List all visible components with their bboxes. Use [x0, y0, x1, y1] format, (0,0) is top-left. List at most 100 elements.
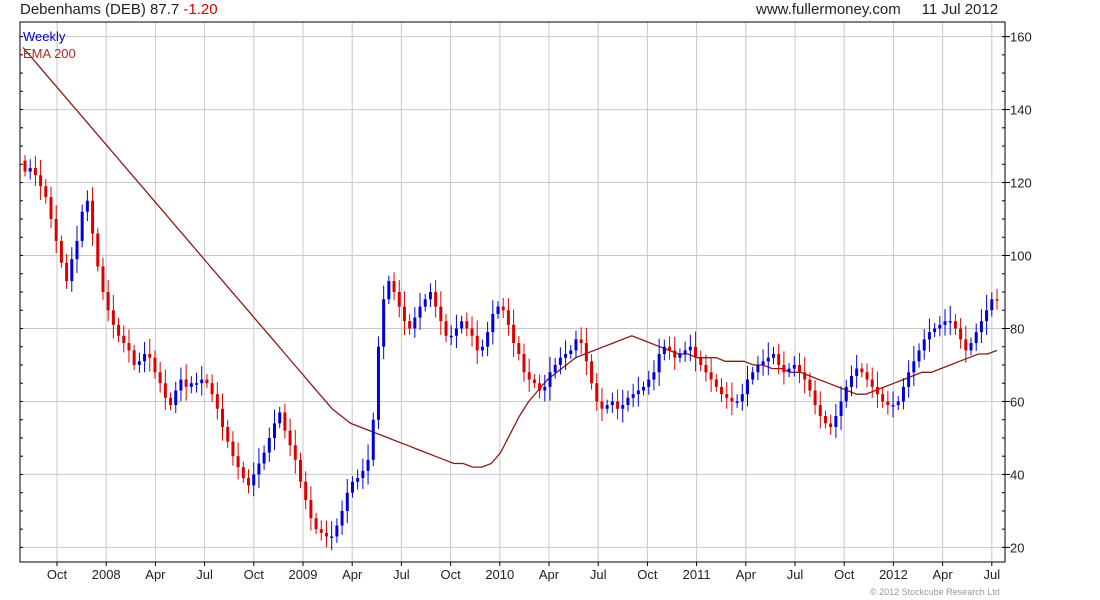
candle-body — [761, 361, 765, 365]
candle-body — [647, 379, 651, 387]
candle-body — [512, 324, 516, 344]
candle-body — [444, 321, 448, 336]
stock-title: Debenhams (DEB) 87.7 — [20, 1, 180, 18]
x-tick-label: Oct — [440, 567, 461, 582]
y-tick-label: 20 — [1010, 540, 1024, 555]
candle-body — [751, 372, 755, 380]
candle-body — [813, 390, 817, 406]
y-tick-label: 60 — [1010, 394, 1024, 409]
chart-title: Debenhams (DEB) 87.7 -1.20 — [20, 1, 218, 18]
candle-body — [501, 306, 505, 311]
candle-body — [907, 372, 911, 387]
y-tick-label: 80 — [1010, 321, 1024, 336]
candle-body — [579, 339, 583, 344]
candle-body — [922, 339, 926, 351]
candle-body — [584, 343, 588, 362]
candle-body — [215, 394, 219, 409]
candle-body — [699, 357, 703, 365]
gridlines — [20, 22, 1005, 562]
candle-body — [85, 200, 89, 212]
candle-body — [870, 379, 874, 387]
candle-body — [771, 354, 775, 358]
candle-body — [735, 401, 739, 403]
x-tick-label: Jul — [787, 567, 804, 582]
candle-body — [709, 372, 713, 380]
x-tick-label: Oct — [834, 567, 855, 582]
candle-body — [470, 328, 474, 336]
weekly-candles — [23, 155, 999, 551]
candle-body — [782, 364, 786, 373]
candle-body — [881, 394, 885, 402]
candle-body — [350, 481, 354, 493]
candle-body — [600, 401, 604, 409]
candle-body — [335, 525, 339, 537]
candle-body — [740, 394, 744, 402]
x-tick-label: 2009 — [289, 567, 318, 582]
candle-body — [122, 335, 126, 344]
candle-body — [33, 167, 37, 176]
candle-body — [247, 478, 251, 486]
legend-ema-200: EMA 200 — [23, 46, 76, 61]
candle-body — [397, 292, 401, 307]
candle-body — [80, 211, 84, 241]
candle-body — [839, 401, 843, 417]
candle-body — [28, 167, 32, 172]
candle-body — [792, 364, 796, 369]
candle-body — [959, 328, 963, 340]
candle-body — [314, 518, 318, 530]
candle-body — [132, 350, 136, 365]
candle-body — [158, 372, 162, 384]
candle-body — [241, 467, 245, 479]
candle-body — [797, 364, 801, 373]
price-chart: Oct 2008 Apr Jul Oct 2009 Apr Jul Oct 2010 Apr Jul O… — [19, 21, 1032, 582]
candle-body — [636, 390, 640, 395]
candle-body — [766, 357, 770, 362]
y-axis-ticks: 20 40 60 80 100 120 140 160 — [20, 30, 1032, 555]
x-axis-ticks: Oct 2008 Apr Jul Oct 2009 Apr Jul Oct 2010 Apr Jul O… — [47, 562, 1000, 582]
candle-body — [454, 328, 458, 336]
candle-body — [460, 321, 464, 329]
candle-body — [642, 386, 646, 391]
candle-body — [413, 317, 417, 329]
candle-body — [101, 266, 105, 292]
candle-body — [491, 313, 495, 333]
x-tick-label: Apr — [736, 567, 757, 582]
candle-body — [392, 281, 396, 292]
plot-frame — [19, 21, 1006, 563]
candle-body — [964, 339, 968, 351]
x-tick-label: 2008 — [92, 567, 121, 582]
candle-body — [361, 470, 365, 479]
x-tick-label: Jul — [983, 567, 1000, 582]
x-tick-label: 2011 — [683, 567, 711, 582]
candle-body — [943, 321, 947, 325]
candle-body — [979, 321, 983, 333]
candle-body — [896, 401, 900, 406]
candle-body — [657, 354, 661, 373]
candle-body — [527, 372, 531, 380]
candle-body — [714, 379, 718, 387]
x-tick-label: Oct — [244, 567, 265, 582]
x-tick-label: Jul — [196, 567, 213, 582]
candle-body — [59, 240, 63, 263]
candle-body — [288, 430, 292, 446]
candle-body — [262, 452, 266, 464]
candle-body — [184, 379, 188, 387]
candle-body — [595, 383, 599, 402]
chart-date: 11 Jul 2012 — [921, 1, 999, 18]
candle-body — [143, 354, 147, 362]
candle-body — [912, 361, 916, 373]
candle-body — [376, 346, 380, 420]
candle-body — [65, 262, 69, 282]
candle-body — [901, 386, 905, 402]
candle-body — [969, 343, 973, 351]
y-tick-label: 40 — [1010, 467, 1024, 482]
candle-body — [532, 379, 536, 384]
y-tick-label: 140 — [1010, 103, 1032, 118]
candle-body — [418, 306, 422, 318]
x-tick-label: Apr — [145, 567, 166, 582]
candle-body — [23, 160, 27, 172]
candle-body — [610, 401, 614, 406]
candle-body — [631, 394, 635, 398]
candle-body — [449, 335, 453, 338]
candle-body — [678, 354, 682, 358]
